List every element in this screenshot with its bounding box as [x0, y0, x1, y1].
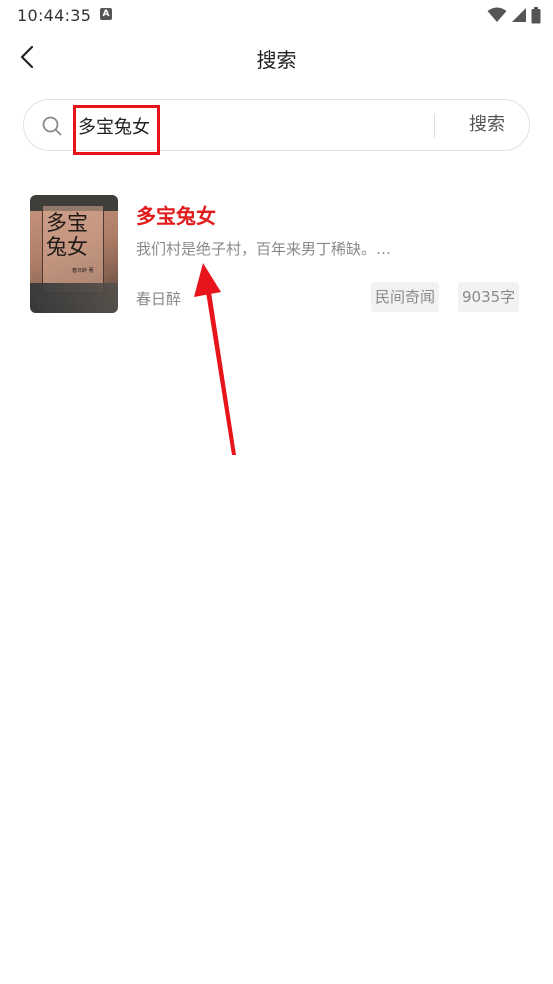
notification-icon: A: [100, 8, 112, 20]
battery-icon: [531, 6, 541, 23]
search-divider: [434, 114, 435, 138]
wifi-icon: [487, 7, 507, 22]
cover-author: 春日醉 著: [72, 268, 94, 274]
status-icons: [487, 6, 541, 24]
page-title: 搜索: [256, 48, 297, 72]
search-submit-button[interactable]: 搜索: [444, 100, 530, 150]
search-page: 10:44:35 A 搜索 多宝兔女 搜索 多宝兔女 春日醉 著 多宝兔女 我们…: [0, 0, 553, 984]
search-result-item[interactable]: 多宝兔女 春日醉 著 多宝兔女 我们村是绝子村，百年来男丁稀缺。… 春日醉 民间…: [28, 194, 528, 316]
status-bar: 10:44:35 A: [0, 0, 553, 30]
search-icon: [42, 116, 62, 136]
genre-tag: 民间奇闻: [371, 282, 440, 312]
book-cover[interactable]: 多宝兔女 春日醉 著: [30, 195, 118, 313]
signal-icon: [512, 8, 526, 22]
search-input[interactable]: [78, 112, 418, 140]
book-description: 我们村是绝子村，百年来男丁稀缺。…: [136, 240, 392, 258]
book-title[interactable]: 多宝兔女: [136, 200, 216, 229]
cover-title: 多宝兔女: [46, 211, 88, 259]
word-count-tag: 9035字: [458, 282, 520, 312]
header: 搜索: [0, 30, 553, 84]
search-bar: 搜索: [23, 99, 530, 151]
book-author: 春日醉: [136, 290, 182, 308]
status-time: 10:44:35: [17, 6, 92, 25]
